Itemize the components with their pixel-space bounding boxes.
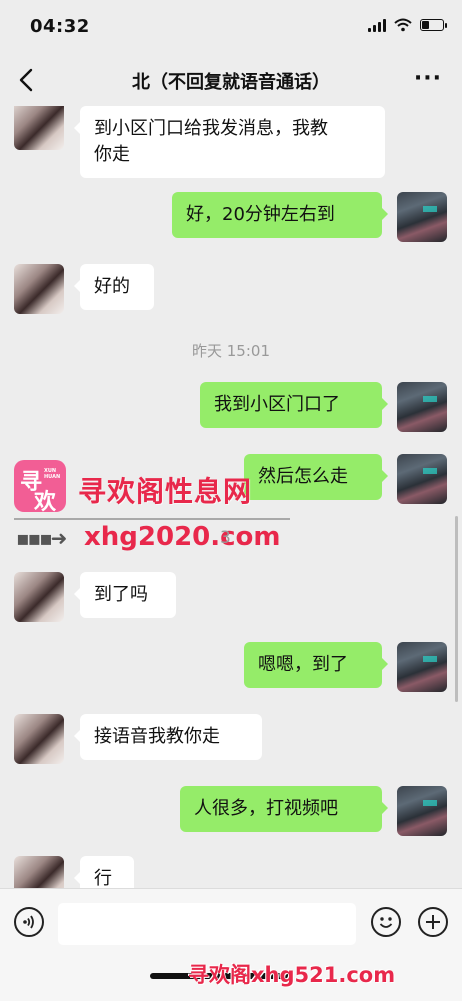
contact-avatar[interactable] — [14, 106, 64, 150]
message-text: 好的 — [94, 276, 130, 297]
contact-avatar[interactable] — [14, 264, 64, 314]
watermark-site-name: 寻欢阁性息网 — [78, 475, 253, 508]
status-bar: 04:32 — [0, 0, 462, 52]
message-bubble-outgoing[interactable]: 我到小区门口了 — [200, 382, 388, 428]
chat-area[interactable]: 到小区门口给我发消息，我教 你走 好，20分钟左右到 好的 昨天 15:01 我… — [0, 106, 462, 896]
watermark-logo: 寻 欢 XUN HUAN — [14, 460, 66, 515]
plus-icon[interactable] — [418, 907, 448, 937]
nav-bar: 北（不回复就语音通话） ··· — [0, 52, 462, 106]
message-bubble-incoming[interactable]: 到小区门口给我发消息，我教 你走 — [74, 106, 385, 178]
battery-icon — [420, 19, 447, 31]
message-bubble-outgoing[interactable]: 人很多，打视频吧 — [180, 786, 388, 832]
message-text: 你走 — [94, 144, 130, 165]
message-text: 接语音我教你走 — [94, 726, 220, 747]
message-input[interactable] — [58, 903, 356, 945]
message-text: 人很多，打视频吧 — [194, 798, 338, 819]
message-bubble-outgoing[interactable]: 嗯嗯，到了 — [244, 642, 388, 688]
arrow-right-icon: ▪▪▪➜ — [16, 526, 67, 550]
contact-avatar[interactable] — [14, 714, 64, 764]
status-icons — [368, 18, 447, 32]
message-bubble-outgoing[interactable]: 好，20分钟左右到 — [172, 192, 388, 238]
watermark-logo-banner: 寻 欢 XUN HUAN 寻欢阁性息网 — [14, 456, 304, 515]
chat-title: 北（不回复就语音通话） — [132, 72, 330, 93]
message-text: 好，20分钟左右到 — [186, 204, 335, 225]
my-avatar[interactable] — [397, 642, 447, 692]
message-text: 嗯嗯，到了 — [258, 654, 348, 675]
signal-icon — [368, 18, 386, 32]
timestamp: 昨天 15:01 — [192, 342, 270, 360]
voice-icon[interactable] — [14, 907, 44, 937]
watermark-bottom: 寻欢阁xhg521.com — [188, 963, 396, 987]
message-text: 我到小区门口了 — [214, 394, 340, 415]
watermark-logo-small: XUN HUAN — [44, 468, 61, 480]
message-text: 行 — [94, 868, 112, 889]
emoji-icon[interactable] — [371, 907, 401, 937]
message-bubble-incoming[interactable]: 到了吗 — [74, 572, 176, 618]
message-text: 到了吗 — [94, 584, 148, 605]
my-avatar[interactable] — [397, 454, 447, 504]
watermark-url-banner: ▪▪▪➜ xhg2020.com 3 — [14, 518, 314, 554]
more-options-button[interactable]: ··· — [414, 66, 442, 91]
status-time: 04:32 — [30, 16, 90, 37]
contact-avatar[interactable] — [14, 572, 64, 622]
watermark-logo-char: 欢 — [34, 490, 57, 515]
message-text: 到小区门口给我发消息，我教 — [94, 118, 328, 139]
my-avatar[interactable] — [397, 192, 447, 242]
watermark-subtext: 3 — [220, 528, 231, 548]
wifi-icon — [394, 18, 412, 32]
input-bar: 寻欢阁xhg521.com — [0, 888, 462, 1001]
my-avatar[interactable] — [397, 786, 447, 836]
my-avatar[interactable] — [397, 382, 447, 432]
message-bubble-incoming[interactable]: 接语音我教你走 — [74, 714, 262, 760]
message-bubble-incoming[interactable]: 好的 — [74, 264, 154, 310]
scrollbar[interactable] — [455, 516, 458, 702]
watermark-divider — [14, 518, 290, 520]
watermark-url: xhg2020.com — [84, 522, 281, 552]
